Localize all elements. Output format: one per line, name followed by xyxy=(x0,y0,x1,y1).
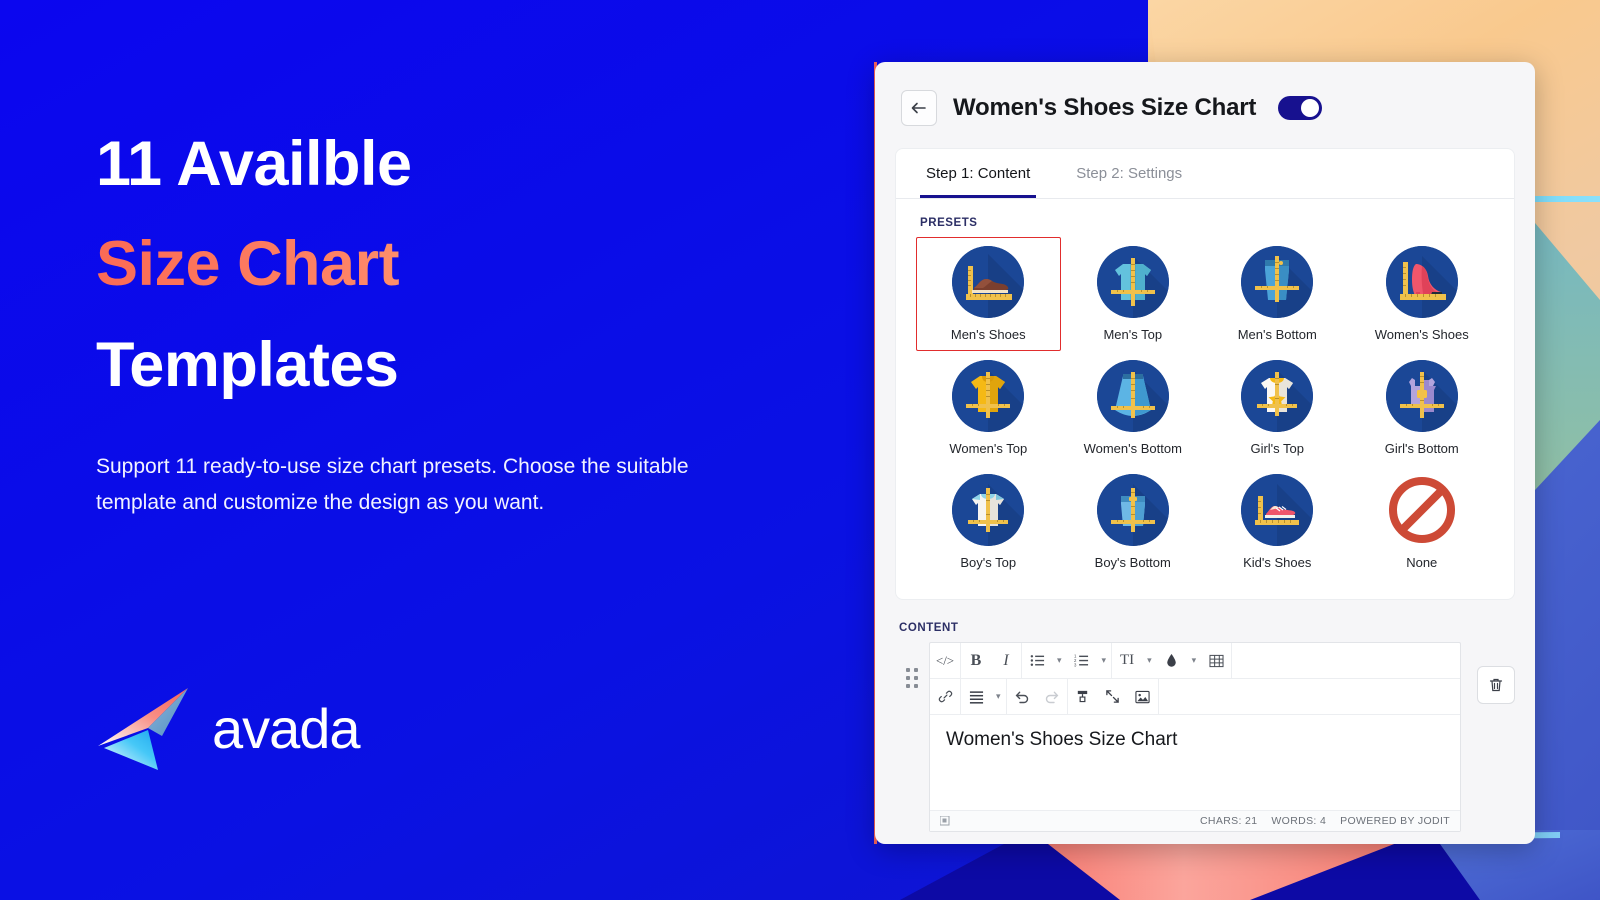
trash-icon xyxy=(1488,677,1504,693)
promo-headline-line-2: Size Chart xyxy=(96,232,736,297)
promo-headline-line-3: Templates xyxy=(96,329,399,400)
step-tabs: Step 1: Content Step 2: Settings xyxy=(896,149,1514,199)
preset-womens-shoes[interactable]: Women's Shoes xyxy=(1350,237,1495,351)
image-icon[interactable] xyxy=(1128,679,1158,714)
size-chart-app-card: Women's Shoes Size Chart Step 1: Content… xyxy=(875,62,1535,844)
font-size-icon[interactable]: TI xyxy=(1112,643,1142,678)
editor-toolbar-row-1: </> B I ▾ 1 2 3 ▾ TI ▾ ▾ xyxy=(930,643,1460,679)
preset-label: Men's Bottom xyxy=(1237,327,1317,342)
kids-sneaker-icon xyxy=(1241,474,1314,546)
preset-mens-bottom[interactable]: Men's Bottom xyxy=(1205,237,1350,351)
page-title: Women's Shoes Size Chart xyxy=(953,94,1257,121)
card-header: Women's Shoes Size Chart xyxy=(875,62,1535,148)
content-section-label: CONTENT xyxy=(899,622,959,634)
table-icon[interactable] xyxy=(1201,643,1231,678)
words-count: WORDS: 4 xyxy=(1271,815,1327,827)
source-code-icon[interactable]: </> xyxy=(930,643,960,678)
preset-label: Girl's Bottom xyxy=(1384,441,1459,456)
content-panel: Step 1: Content Step 2: Settings PRESETS xyxy=(895,148,1515,600)
promo-panel: 11 Availble Size Chart Templates Support… xyxy=(96,132,736,521)
preset-boys-bottom[interactable]: Boy's Bottom xyxy=(1061,465,1206,579)
svg-text:3: 3 xyxy=(1074,662,1077,667)
womens-skirt-icon xyxy=(1096,360,1169,432)
editor-toolbar-row-2: ▾ xyxy=(930,679,1460,715)
mens-shirt-icon xyxy=(1096,246,1169,318)
fullsize-expand-icon[interactable] xyxy=(1098,679,1128,714)
ordered-list-chevron-down-icon[interactable]: ▾ xyxy=(1097,655,1112,666)
preset-kids-shoes[interactable]: Kid's Shoes xyxy=(1205,465,1350,579)
girls-overall-icon xyxy=(1385,360,1458,432)
preset-girls-top[interactable]: Girl's Top xyxy=(1205,351,1350,465)
preset-label: Girl's Top xyxy=(1250,441,1305,456)
italic-icon[interactable]: I xyxy=(991,643,1021,678)
link-icon[interactable] xyxy=(930,679,960,714)
high-heel-icon xyxy=(1385,246,1458,318)
preset-label: Women's Bottom xyxy=(1083,441,1182,456)
preset-mens-shoes[interactable]: Men's Shoes xyxy=(916,237,1061,351)
preset-boys-top[interactable]: Boy's Top xyxy=(916,465,1061,579)
undo-icon[interactable] xyxy=(1007,679,1037,714)
tab-step-1-content[interactable]: Step 1: Content xyxy=(920,149,1037,198)
drag-handle[interactable] xyxy=(895,642,929,688)
tab-step-2-settings[interactable]: Step 2: Settings xyxy=(1070,149,1188,198)
preset-mens-top[interactable]: Men's Top xyxy=(1061,237,1206,351)
editor-status-bar: CHARS: 21 WORDS: 4 POWERED BY JODIT xyxy=(930,811,1460,831)
promo-body-text: Support 11 ready-to-use size chart prese… xyxy=(96,454,689,514)
unordered-list-chevron-down-icon[interactable]: ▾ xyxy=(1052,655,1067,666)
avada-wordmark: avada xyxy=(212,697,361,760)
text-color-chevron-down-icon[interactable]: ▾ xyxy=(1187,655,1202,666)
preset-label: Kid's Shoes xyxy=(1243,555,1312,570)
eraser-icon[interactable] xyxy=(1068,679,1098,714)
align-chevron-down-icon[interactable]: ▾ xyxy=(991,691,1006,702)
content-block: CONTENT </> B I ▾ 1 2 3 ▾ TI ▾ ▾ ▾ Women… xyxy=(875,600,1535,832)
ordered-list-icon[interactable]: 1 2 3 xyxy=(1067,643,1097,678)
preset-label: Men's Top xyxy=(1103,327,1163,342)
delete-button[interactable] xyxy=(1477,666,1515,704)
text-color-icon[interactable] xyxy=(1157,643,1187,678)
preset-label: Boy's Bottom xyxy=(1094,555,1171,570)
preset-none[interactable]: None xyxy=(1350,465,1495,579)
bold-icon[interactable]: B xyxy=(961,643,991,678)
unordered-list-icon[interactable] xyxy=(1022,643,1052,678)
preset-womens-top[interactable]: Women's Top xyxy=(916,351,1061,465)
boys-tshirt-icon xyxy=(952,474,1025,546)
powered-by-label: POWERED BY JODIT xyxy=(1340,815,1450,827)
drag-dots-icon xyxy=(906,668,918,688)
preset-label: Men's Shoes xyxy=(950,327,1026,342)
chars-count: CHARS: 21 xyxy=(1200,815,1258,827)
no-entry-icon xyxy=(1386,474,1458,546)
preset-girls-bottom[interactable]: Girl's Bottom xyxy=(1350,351,1495,465)
preset-label: None xyxy=(1406,555,1438,570)
font-size-chevron-down-icon[interactable]: ▾ xyxy=(1142,655,1157,666)
preset-label: Women's Shoes xyxy=(1374,327,1469,342)
preset-label: Boy's Top xyxy=(960,555,1017,570)
avada-logo: avada xyxy=(96,686,361,772)
girls-tshirt-icon xyxy=(1241,360,1314,432)
promo-headline-line-1: 11 Availble xyxy=(96,129,412,199)
enable-toggle[interactable] xyxy=(1278,96,1323,120)
presets-grid: Men's Shoes Men's Top Men's Bottom Women… xyxy=(896,235,1514,599)
preset-label: Women's Top xyxy=(949,441,1028,456)
rich-text-editor: </> B I ▾ 1 2 3 ▾ TI ▾ ▾ ▾ Women's Shoes… xyxy=(929,642,1461,832)
resize-handle-icon[interactable] xyxy=(940,816,950,826)
mens-jeans-icon xyxy=(1241,246,1314,318)
align-icon[interactable] xyxy=(961,679,991,714)
redo-icon[interactable] xyxy=(1037,679,1067,714)
editor-content-area[interactable]: Women's Shoes Size Chart xyxy=(930,715,1460,811)
preset-womens-bottom[interactable]: Women's Bottom xyxy=(1061,351,1206,465)
paper-plane-icon xyxy=(96,686,192,772)
presets-section-label: PRESETS xyxy=(920,217,978,229)
back-button[interactable] xyxy=(901,90,937,126)
mens-shoe-icon xyxy=(952,246,1025,318)
arrow-left-icon xyxy=(910,99,928,117)
boys-shorts-icon xyxy=(1096,474,1169,546)
womens-tshirt-icon xyxy=(952,360,1025,432)
